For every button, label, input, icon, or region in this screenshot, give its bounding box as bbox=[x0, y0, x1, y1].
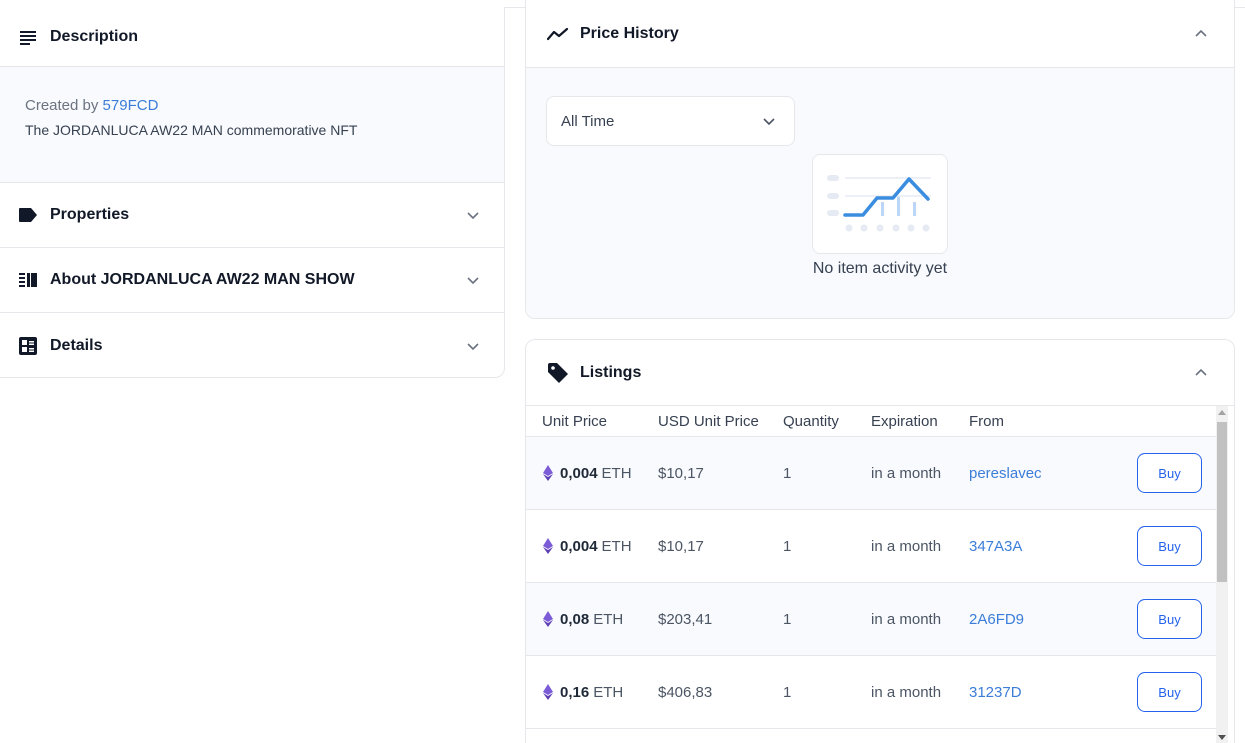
table-header: Unit Price USD Unit Price Quantity Expir… bbox=[526, 406, 1218, 437]
created-by: Created by 579FCD bbox=[25, 97, 479, 114]
buy-button[interactable]: Buy bbox=[1137, 599, 1202, 639]
table-row: 0,08 ETH $203,41 1 in a month 2A6FD9 Buy bbox=[526, 583, 1218, 656]
unit-price: 0,004 ETH bbox=[542, 538, 632, 555]
usd-price: $203,41 bbox=[658, 610, 713, 628]
price-history-body: All Time No item activity yet bbox=[526, 68, 1234, 318]
properties-title: Properties bbox=[50, 206, 130, 223]
description-text: The JORDANLUCA AW22 MAN commemorative NF… bbox=[25, 122, 358, 138]
details-title: Details bbox=[50, 336, 103, 354]
ethereum-icon bbox=[543, 684, 553, 700]
col-usd-unit-price: USD Unit Price bbox=[658, 412, 759, 430]
empty-state-text: No item activity yet bbox=[812, 260, 948, 277]
seller-link[interactable]: 31237D bbox=[969, 684, 1022, 701]
unit-price: 0,16 ETH bbox=[542, 684, 623, 701]
price-amount: 0,004 bbox=[560, 464, 598, 482]
price-currency: ETH bbox=[601, 537, 632, 555]
price-amount: 0,08 bbox=[560, 610, 590, 628]
price-tag-icon bbox=[546, 361, 570, 385]
price-currency: ETH bbox=[593, 610, 624, 628]
chevron-up-icon bbox=[1195, 29, 1207, 37]
description-body: Created by 579FCD The JORDANLUCA AW22 MA… bbox=[0, 67, 504, 183]
col-expiration: Expiration bbox=[871, 412, 938, 430]
description-header[interactable]: Description bbox=[0, 7, 504, 67]
ethereum-icon bbox=[543, 538, 553, 554]
ethereum-icon bbox=[543, 465, 553, 481]
scroll-down-arrow-icon[interactable] bbox=[1218, 735, 1226, 740]
expiration: in a month bbox=[871, 683, 942, 701]
about-header[interactable]: About JORDANLUCA AW22 MAN SHOW bbox=[0, 248, 504, 313]
listings-scrollbar[interactable] bbox=[1216, 406, 1228, 743]
properties-header[interactable]: Properties bbox=[0, 183, 504, 248]
usd-price: $10,17 bbox=[658, 537, 704, 555]
quantity: 1 bbox=[783, 683, 792, 701]
scrollbar-thumb[interactable] bbox=[1217, 422, 1227, 582]
empty-chart-illustration bbox=[812, 154, 948, 254]
table-row: 0,004 ETH $10,17 1 in a month pereslavec… bbox=[526, 437, 1218, 510]
ethereum-icon bbox=[543, 611, 553, 627]
details-header[interactable]: Details bbox=[0, 313, 504, 377]
price-amount: 0,16 bbox=[560, 683, 590, 701]
about-title: About JORDANLUCA AW22 MAN SHOW bbox=[50, 271, 355, 288]
tag-label-icon bbox=[18, 205, 38, 225]
time-range-value: All Time bbox=[561, 112, 615, 130]
time-range-select[interactable]: All Time bbox=[546, 96, 795, 146]
usd-price: $10,17 bbox=[658, 464, 704, 482]
chevron-down-icon bbox=[467, 342, 479, 350]
col-unit-price: Unit Price bbox=[542, 412, 608, 430]
creator-link[interactable]: 579FCD bbox=[103, 97, 159, 114]
price-currency: ETH bbox=[593, 683, 624, 701]
created-by-label: Created by bbox=[25, 97, 99, 114]
item-details-panel: Description Created by 579FCD The JORDAN… bbox=[0, 7, 505, 378]
col-quantity: Quantity bbox=[783, 412, 839, 430]
seller-link[interactable]: pereslavec bbox=[969, 465, 1042, 482]
price-history-header[interactable]: Price History bbox=[526, 0, 1234, 68]
price-amount: 0,004 bbox=[560, 537, 598, 555]
unit-price: 0,08 ETH bbox=[542, 611, 623, 628]
details-grid-icon bbox=[18, 336, 38, 356]
listings-panel: Listings Unit Price USD Unit Price Quant… bbox=[525, 339, 1235, 743]
quantity: 1 bbox=[783, 537, 792, 555]
list-lines-icon bbox=[18, 27, 38, 47]
table-row: 0,16 ETH $406,83 1 in a month 31237D Buy bbox=[526, 656, 1218, 729]
buy-button[interactable]: Buy bbox=[1137, 672, 1202, 712]
seller-link[interactable]: 347A3A bbox=[969, 538, 1022, 555]
chevron-down-icon bbox=[763, 118, 775, 126]
listings-table: Unit Price USD Unit Price Quantity Expir… bbox=[526, 406, 1218, 743]
table-row: 0,004 ETH $10,17 1 in a month 347A3A Buy bbox=[526, 510, 1218, 583]
seller-link[interactable]: 2A6FD9 bbox=[969, 611, 1024, 628]
description-title: Description bbox=[50, 27, 139, 45]
col-from: From bbox=[969, 412, 1004, 430]
quantity: 1 bbox=[783, 610, 792, 628]
buy-button[interactable]: Buy bbox=[1137, 453, 1202, 493]
expiration: in a month bbox=[871, 610, 942, 628]
expiration: in a month bbox=[871, 537, 942, 555]
price-currency: ETH bbox=[601, 464, 632, 482]
unit-price: 0,004 ETH bbox=[542, 465, 632, 482]
listings-title: Listings bbox=[580, 363, 642, 381]
collection-icon bbox=[18, 270, 38, 290]
price-history-panel: Price History All Time No item activity … bbox=[525, 0, 1235, 319]
chevron-up-icon bbox=[1195, 368, 1207, 376]
buy-button[interactable]: Buy bbox=[1137, 526, 1202, 566]
chevron-down-icon bbox=[467, 212, 479, 220]
scroll-up-arrow-icon[interactable] bbox=[1218, 410, 1226, 415]
price-history-title: Price History bbox=[580, 24, 679, 42]
chevron-down-icon bbox=[467, 277, 479, 285]
trend-line-icon bbox=[546, 22, 570, 46]
usd-price: $406,83 bbox=[658, 683, 713, 701]
expiration: in a month bbox=[871, 464, 942, 482]
quantity: 1 bbox=[783, 464, 792, 482]
listings-header[interactable]: Listings bbox=[526, 340, 1234, 406]
